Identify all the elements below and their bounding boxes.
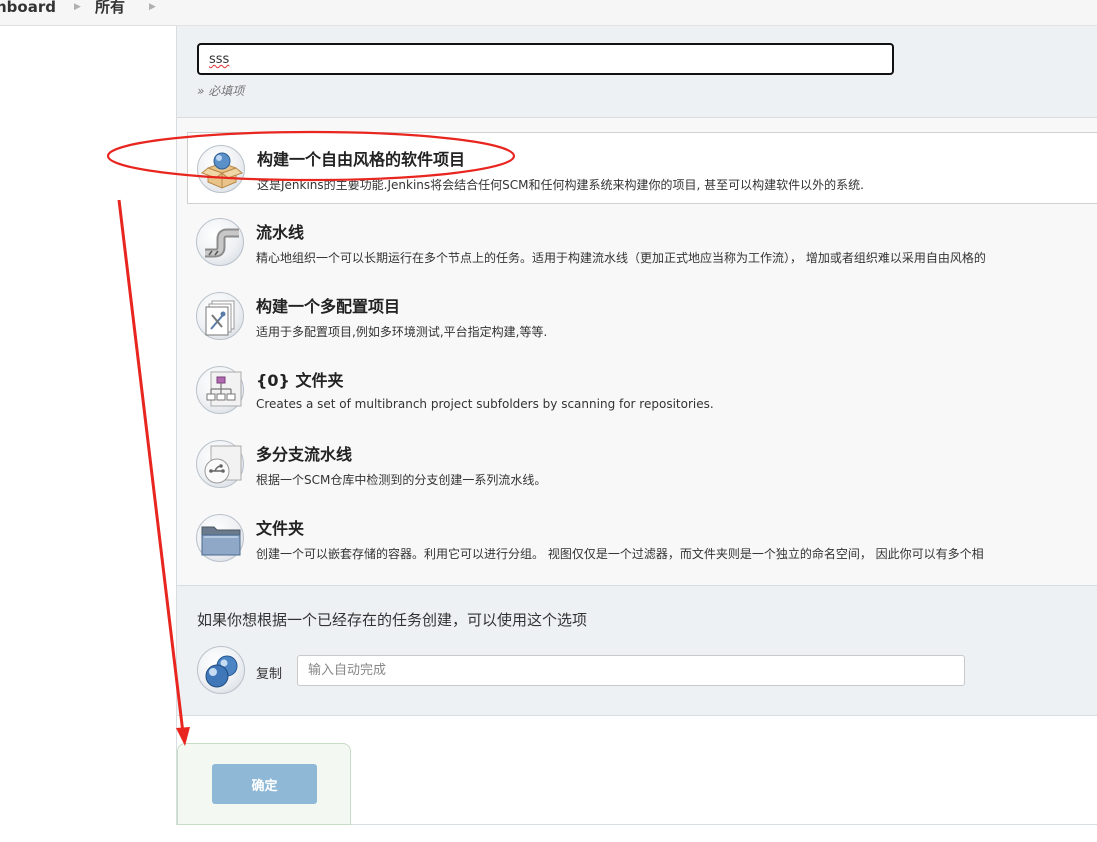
breadcrumb-separator-icon: ▶ [74, 2, 81, 12]
breadcrumb-all[interactable]: 所有 [95, 0, 125, 15]
multibranch-icon [196, 440, 244, 488]
form-footer: 确定 [176, 716, 1097, 825]
copy-from-section: 如果你想根据一个已经存在的任务创建，可以使用这个选项 复制 [176, 586, 1097, 716]
freestyle-box-icon [197, 145, 245, 193]
item-type-folder[interactable]: 文件夹 创建一个可以嵌套存储的容器。利用它可以进行分组。 视图仅仅是一个过滤器，… [187, 502, 1097, 574]
item-type-list: 构建一个自由风格的软件项目 这是Jenkins的主要功能.Jenkins将会结合… [176, 118, 1097, 586]
org-folder-icon [196, 366, 244, 414]
item-type-description: 这是Jenkins的主要功能.Jenkins将会结合任何SCM和任何构建系统来构… [257, 178, 864, 192]
ok-button[interactable]: 确定 [212, 764, 317, 804]
item-type-title: {0} 文件夹 [256, 371, 344, 390]
copy-spheres-icon [197, 646, 245, 694]
item-type-description: 根据一个SCM仓库中检测到的分支创建一系列流水线。 [256, 473, 547, 487]
item-type-title: 多分支流水线 [256, 445, 353, 464]
item-type-title: 构建一个自由风格的软件项目 [257, 150, 466, 169]
item-type-pipeline[interactable]: 流水线 精心地组织一个可以长期运行在多个节点上的任务。适用于构建流水线（更加正式… [187, 206, 1097, 278]
copy-from-label: 如果你想根据一个已经存在的任务创建，可以使用这个选项 [197, 611, 588, 629]
ok-button-panel: 确定 [177, 743, 351, 825]
annotation-arrow-line [117, 199, 185, 734]
required-hint: » 必填项 [197, 84, 245, 98]
breadcrumb: hboard ▶ 所有 ▶ [0, 0, 1097, 26]
item-type-description: 精心地组织一个可以长期运行在多个节点上的任务。适用于构建流水线（更加正式地应当称… [256, 251, 986, 265]
item-type-description: 创建一个可以嵌套存储的容器。利用它可以进行分组。 视图仅仅是一个过滤器，而文件夹… [256, 547, 984, 561]
item-name-value: sss [209, 52, 230, 67]
item-type-multibranch[interactable]: 多分支流水线 根据一个SCM仓库中检测到的分支创建一系列流水线。 [187, 428, 1097, 500]
copy-field-label: 复制 [256, 667, 283, 682]
item-type-freestyle[interactable]: 构建一个自由风格的软件项目 这是Jenkins的主要功能.Jenkins将会结合… [187, 132, 1097, 204]
breadcrumb-dashboard[interactable]: hboard [0, 0, 56, 15]
item-type-description: Creates a set of multibranch project sub… [256, 397, 714, 411]
copy-from-input[interactable] [297, 655, 965, 686]
item-type-multi-config[interactable]: 构建一个多配置项目 适用于多配置项目,例如多环境测试,平台指定构建,等等. [187, 280, 1097, 352]
pipeline-icon [196, 218, 244, 266]
item-name-section: sss » 必填项 [176, 26, 1097, 118]
folder-icon [196, 514, 244, 562]
item-type-title: 文件夹 [256, 519, 305, 538]
item-name-input[interactable]: sss [197, 43, 894, 75]
item-type-title: 构建一个多配置项目 [256, 297, 401, 316]
item-type-org-folder[interactable]: {0} 文件夹 Creates a set of multibranch pro… [187, 354, 1097, 426]
item-type-description: 适用于多配置项目,例如多环境测试,平台指定构建,等等. [256, 325, 548, 339]
multi-config-icon [196, 292, 244, 340]
item-type-title: 流水线 [256, 223, 305, 242]
breadcrumb-separator-icon: ▶ [149, 2, 156, 12]
